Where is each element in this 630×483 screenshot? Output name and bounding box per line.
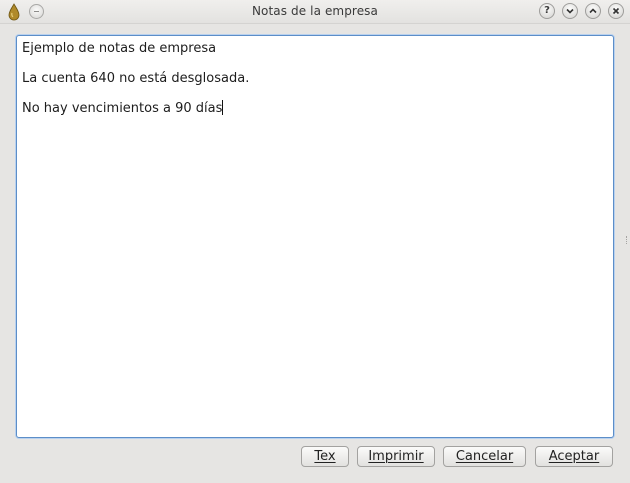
notes-line-text: No hay vencimientos a 90 días bbox=[22, 101, 223, 116]
notes-line: La cuenta 640 no está desglosada. bbox=[22, 71, 250, 86]
cancel-button[interactable]: Cancelar bbox=[443, 446, 526, 467]
print-button[interactable]: Imprimir bbox=[357, 446, 435, 467]
notes-dialog: Notas de la empresa ? Ejemplo de notas d… bbox=[0, 0, 630, 483]
help-button[interactable]: ? bbox=[539, 3, 555, 19]
title-bar[interactable]: Notas de la empresa ? bbox=[0, 0, 630, 24]
tex-button[interactable]: Tex bbox=[301, 446, 349, 467]
maximize-button[interactable] bbox=[585, 3, 601, 19]
question-icon: ? bbox=[544, 5, 550, 16]
close-button[interactable] bbox=[608, 3, 624, 19]
close-icon bbox=[612, 7, 620, 15]
text-cursor bbox=[222, 100, 224, 115]
window-title: Notas de la empresa bbox=[251, 4, 378, 18]
chevron-down-icon bbox=[566, 8, 574, 14]
notes-text-area[interactable]: Ejemplo de notas de empresa La cuenta 64… bbox=[16, 35, 614, 438]
notes-line: Ejemplo de notas de empresa bbox=[22, 41, 217, 56]
resize-grip[interactable] bbox=[626, 236, 629, 244]
accept-button[interactable]: Aceptar bbox=[535, 446, 613, 467]
notes-line: No hay vencimientos a 90 días bbox=[22, 100, 608, 118]
minimize-button[interactable] bbox=[562, 3, 578, 19]
chevron-up-icon bbox=[589, 8, 597, 14]
